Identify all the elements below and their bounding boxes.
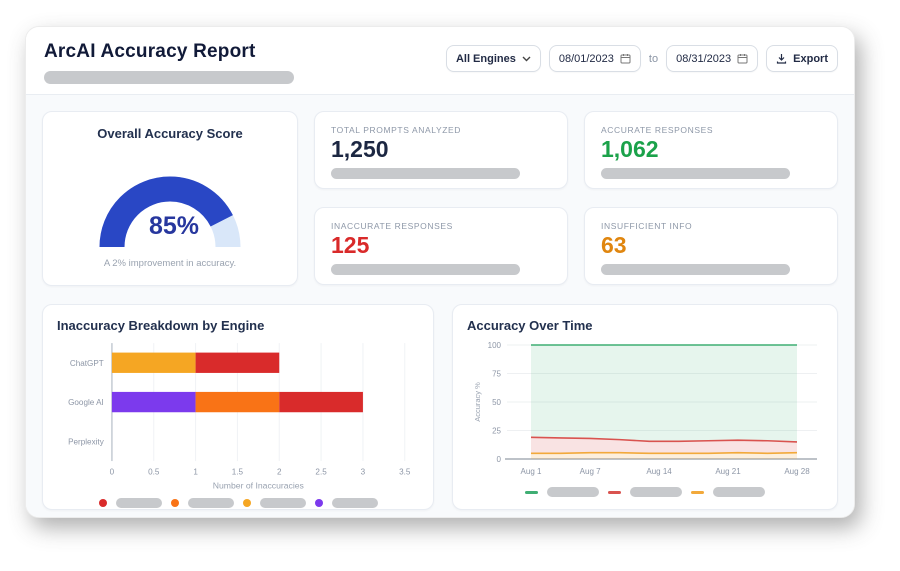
svg-text:50: 50 (492, 398, 501, 407)
svg-text:2: 2 (277, 467, 282, 476)
bar-chart-legend (57, 496, 419, 512)
redacted-legend-label (547, 487, 599, 497)
svg-text:Number of Inaccuracies: Number of Inaccuracies (213, 481, 304, 491)
engine-filter-select[interactable]: All Engines (445, 45, 541, 72)
svg-text:3: 3 (361, 467, 366, 476)
date-from-input[interactable]: 08/01/2023 (548, 45, 641, 72)
svg-text:Aug 28: Aug 28 (784, 467, 810, 476)
download-icon (777, 54, 787, 64)
redacted-text-bar (331, 168, 521, 180)
svg-text:2.5: 2.5 (315, 467, 327, 476)
redacted-text-bar (601, 168, 791, 180)
export-button[interactable]: Export (766, 45, 838, 72)
redacted-legend-label (331, 497, 378, 508)
stat-card-inaccurate: INACCURATE RESPONSES 125 (314, 206, 568, 285)
redacted-legend-label (713, 487, 765, 497)
redacted-legend-label (259, 497, 306, 508)
stat-label: INSUFFICIENT INFO (601, 220, 693, 231)
stat-label: TOTAL PROMPTS ANALYZED (331, 125, 462, 135)
date-to-value: 08/31/2023 (676, 52, 732, 65)
dashboard-page: ArcAI Accuracy Report All Engines 08/01/… (25, 26, 855, 518)
legend-dash (691, 490, 704, 494)
export-label: Export (793, 52, 828, 65)
redacted-legend-label (187, 497, 234, 508)
summary-grid: Overall Accuracy Score 85% A 2% improvem… (42, 111, 838, 286)
stat-card-total-prompts: TOTAL PROMPTS ANALYZED 1,250 (314, 111, 568, 189)
header-title-block: ArcAI Accuracy Report (44, 41, 294, 84)
svg-text:1: 1 (193, 467, 198, 476)
charts-grid: Inaccuracy Breakdown by Engine 0 0.5 1 1.5 2… (42, 304, 838, 510)
svg-text:Aug 7: Aug 7 (580, 467, 601, 476)
svg-text:85%: 85% (149, 212, 199, 240)
chevron-down-icon (522, 56, 531, 61)
legend-dot (170, 498, 179, 507)
stat-card-accurate: ACCURATE RESPONSES 1,062 (584, 111, 838, 189)
inaccuracy-breakdown-card: Inaccuracy Breakdown by Engine 0 0.5 1 1.5 2… (42, 304, 434, 510)
stat-value: 63 (601, 231, 627, 258)
stat-value: 125 (331, 231, 370, 258)
svg-text:25: 25 (492, 427, 501, 436)
date-from-value: 08/01/2023 (558, 52, 614, 65)
header-controls: All Engines 08/01/2023 to 08/31/2023 Exp… (445, 45, 838, 72)
legend-dash (525, 490, 538, 494)
legend-dot (98, 498, 107, 507)
redacted-text-bar (331, 263, 521, 275)
redacted-legend-label (115, 497, 162, 508)
svg-text:Google AI: Google AI (68, 398, 104, 407)
svg-text:0: 0 (497, 455, 502, 464)
redacted-legend-label (630, 487, 682, 497)
gauge-caption: A 2% improvement in accuracy. (103, 258, 237, 269)
svg-text:100: 100 (488, 341, 502, 350)
stat-label: INACCURATE RESPONSES (331, 220, 453, 231)
date-range-to-label: to (648, 52, 659, 65)
svg-text:Perplexity: Perplexity (68, 437, 105, 446)
overall-accuracy-card: Overall Accuracy Score 85% A 2% improvem… (42, 111, 298, 286)
svg-text:Aug 21: Aug 21 (715, 467, 741, 476)
date-to-input[interactable]: 08/31/2023 (666, 45, 759, 72)
line-chart-legend (467, 485, 823, 501)
legend-dot (314, 498, 323, 507)
svg-text:0.5: 0.5 (148, 467, 160, 476)
svg-text:Aug 1: Aug 1 (521, 467, 542, 476)
stat-value: 1,062 (601, 136, 659, 162)
report-header: ArcAI Accuracy Report All Engines 08/01/… (26, 27, 854, 95)
svg-text:1.5: 1.5 (232, 467, 244, 476)
line-chart-title: Accuracy Over Time (467, 318, 593, 333)
calendar-icon (737, 54, 748, 64)
legend-dot (242, 498, 251, 507)
svg-text:75: 75 (492, 370, 501, 379)
stat-card-insufficient: INSUFFICIENT INFO 63 (584, 206, 838, 285)
redacted-text-bar (601, 263, 791, 275)
accuracy-over-time-card: Accuracy Over Time 0 25 50 75 100 Accuracy % A… (452, 304, 838, 510)
stat-value: 1,250 (331, 136, 389, 162)
gauge-title: Overall Accuracy Score (97, 126, 243, 141)
svg-text:Accuracy %: Accuracy % (473, 382, 482, 422)
legend-dash (608, 490, 621, 494)
dashboard-content: Overall Accuracy Score 85% A 2% improvem… (26, 95, 854, 517)
bar-chart-title: Inaccuracy Breakdown by Engine (57, 318, 265, 333)
engine-filter-value: All Engines (455, 52, 516, 65)
redacted-subtitle-bar (44, 71, 294, 84)
svg-text:0: 0 (110, 467, 115, 476)
svg-text:Aug 14: Aug 14 (646, 467, 672, 476)
accuracy-gauge: 85% (81, 157, 259, 258)
calendar-icon (620, 54, 631, 64)
page-title: ArcAI Accuracy Report (44, 41, 256, 62)
svg-text:3.5: 3.5 (399, 467, 411, 476)
svg-text:ChatGPT: ChatGPT (70, 359, 104, 368)
line-chart: 0 25 50 75 100 Accuracy % Aug 1 Aug 7 Aug 14 Aug … (467, 337, 823, 485)
stat-label: ACCURATE RESPONSES (601, 125, 714, 135)
bar-chart: 0 0.5 1 1.5 2 2.5 3 3.5 ChatGPT Google AI Perplexi… (57, 337, 419, 496)
